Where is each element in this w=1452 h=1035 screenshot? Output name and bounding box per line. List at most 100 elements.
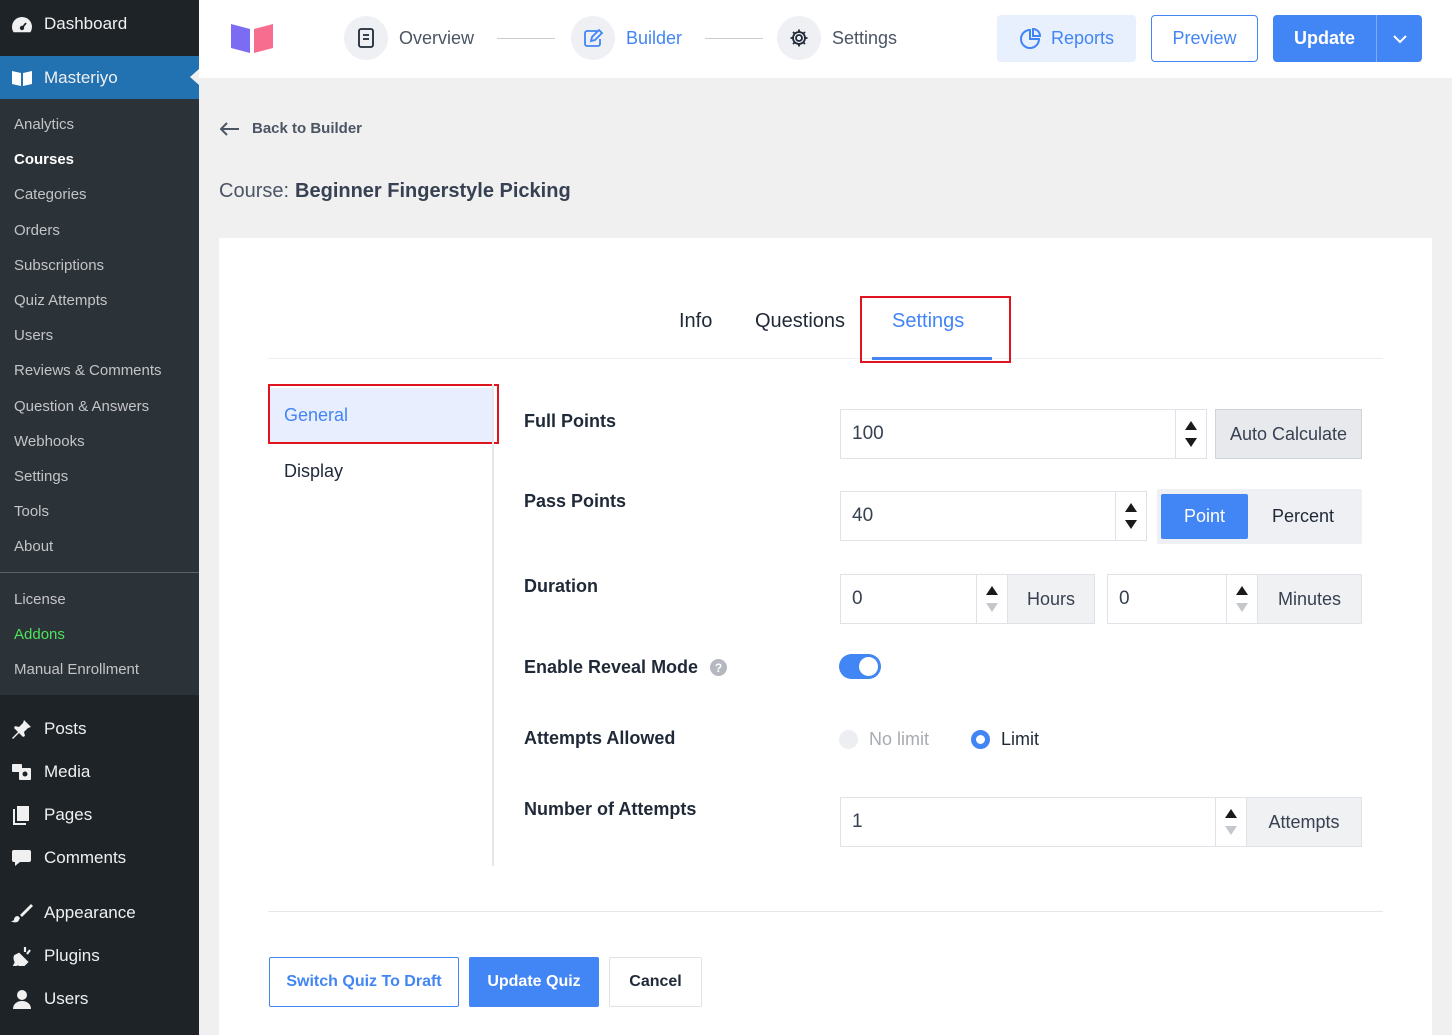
sidebar-item-dashboard[interactable]: Dashboard — [0, 0, 199, 56]
submenu-orders[interactable]: Orders — [0, 213, 199, 248]
radio-no-limit[interactable]: No limit — [839, 729, 929, 750]
switch-to-draft-button[interactable]: Switch Quiz To Draft — [269, 957, 459, 1007]
sidebar-item-posts[interactable]: Posts — [0, 707, 199, 750]
arrow-left-icon — [220, 121, 240, 136]
edit-document-icon — [571, 16, 615, 60]
increment-icon[interactable] — [1125, 503, 1137, 512]
sidebar-label: Appearance — [44, 902, 136, 922]
submenu-license[interactable]: License — [0, 581, 199, 616]
increment-icon[interactable] — [1185, 421, 1197, 430]
comment-bubble-icon — [10, 847, 34, 869]
pushpin-icon — [10, 718, 34, 740]
step-label: Settings — [832, 27, 898, 48]
back-to-builder-link[interactable]: Back to Builder — [220, 120, 362, 137]
tabs-divider — [268, 358, 1383, 359]
submenu-analytics[interactable]: Analytics — [0, 107, 199, 142]
gear-icon — [777, 16, 821, 60]
pass-points-value: 40 — [852, 505, 874, 526]
sidebar-item-media[interactable]: Media — [0, 750, 199, 793]
step-settings[interactable]: Settings — [777, 16, 897, 60]
submenu-tools[interactable]: Tools — [0, 494, 199, 529]
decrement-icon[interactable] — [1185, 438, 1197, 447]
decrement-icon[interactable] — [1236, 603, 1248, 612]
tab-questions[interactable]: Questions — [755, 310, 845, 333]
increment-icon[interactable] — [1225, 809, 1237, 818]
submenu-question-answers[interactable]: Question & Answers — [0, 389, 199, 424]
sidebar-label: Posts — [44, 718, 87, 738]
decrement-icon[interactable] — [986, 603, 998, 612]
percent-option-button[interactable]: Percent — [1250, 494, 1356, 539]
submenu-categories[interactable]: Categories — [0, 177, 199, 212]
sidebar-item-plugins[interactable]: Plugins — [0, 934, 199, 977]
submenu-addons[interactable]: Addons — [0, 617, 199, 652]
tab-info[interactable]: Info — [679, 310, 712, 333]
submenu-reviews-comments[interactable]: Reviews & Comments — [0, 353, 199, 388]
point-option-button[interactable]: Point — [1161, 494, 1248, 539]
preview-button[interactable]: Preview — [1151, 15, 1258, 62]
wp-admin-sidebar: Dashboard Masteriyo Analytics Courses Ca… — [0, 0, 199, 1035]
number-of-attempts-label: Number of Attempts — [524, 799, 697, 819]
sidebar-label: Plugins — [44, 945, 100, 965]
update-dropdown-button[interactable] — [1376, 15, 1422, 62]
submenu-manual-enrollment[interactable]: Manual Enrollment — [0, 652, 199, 687]
number-stepper[interactable] — [1175, 410, 1206, 458]
pass-points-input[interactable]: 40 — [840, 491, 1147, 541]
submenu-users[interactable]: Users — [0, 318, 199, 353]
reveal-mode-toggle[interactable] — [839, 654, 881, 679]
sidebar-item-pages[interactable]: Pages — [0, 793, 199, 836]
number-stepper[interactable] — [1115, 492, 1146, 540]
number-stepper[interactable] — [1226, 575, 1257, 623]
help-icon[interactable]: ? — [710, 659, 728, 676]
update-button[interactable]: Update — [1273, 15, 1376, 62]
plug-icon — [10, 945, 34, 967]
radio-limit[interactable]: Limit — [971, 729, 1039, 750]
masteriyo-logo — [229, 20, 275, 61]
reports-button[interactable]: Reports — [997, 15, 1136, 62]
decrement-icon[interactable] — [1125, 520, 1137, 529]
submenu-about[interactable]: About — [0, 529, 199, 564]
sidebar-item-appearance[interactable]: Appearance — [0, 891, 199, 934]
step-connector — [497, 38, 555, 39]
update-quiz-button[interactable]: Update Quiz — [469, 957, 599, 1007]
full-points-label: Full Points — [524, 411, 616, 431]
pages-icon — [10, 804, 34, 826]
pie-chart-icon — [1019, 27, 1041, 50]
number-of-attempts-input[interactable]: 1 — [840, 797, 1247, 847]
cancel-button[interactable]: Cancel — [609, 957, 702, 1007]
step-overview[interactable]: Overview — [344, 16, 474, 60]
step-connector — [705, 38, 763, 39]
submenu-courses[interactable]: Courses — [0, 142, 199, 177]
sidebar-item-comments[interactable]: Comments — [0, 836, 199, 879]
course-heading: Course: Beginner Fingerstyle Picking — [219, 180, 571, 203]
auto-calculate-button[interactable]: Auto Calculate — [1215, 409, 1362, 459]
number-stepper[interactable] — [976, 575, 1007, 623]
footer-divider — [268, 911, 1383, 912]
number-stepper[interactable] — [1215, 798, 1246, 846]
minutes-value: 0 — [1119, 588, 1130, 609]
radio-label: Limit — [1001, 729, 1040, 749]
full-points-input[interactable]: 100 — [840, 409, 1207, 459]
submenu-quiz-attempts[interactable]: Quiz Attempts — [0, 283, 199, 318]
masteriyo-book-icon — [10, 67, 34, 89]
decrement-icon[interactable] — [1225, 826, 1237, 835]
dashboard-icon — [10, 14, 34, 36]
hours-value: 0 — [852, 588, 863, 609]
back-label: Back to Builder — [252, 120, 363, 137]
sidebar-item-users[interactable]: Users — [0, 977, 199, 1020]
step-builder[interactable]: Builder — [571, 16, 682, 60]
submenu-settings[interactable]: Settings — [0, 459, 199, 494]
duration-hours-input[interactable]: 0 — [840, 574, 1008, 624]
sidebar-label: Comments — [44, 847, 127, 867]
attempts-allowed-label: Attempts Allowed — [524, 728, 676, 748]
increment-icon[interactable] — [1236, 586, 1248, 595]
duration-minutes-input[interactable]: 0 — [1107, 574, 1258, 624]
sidebar-label: Media — [44, 761, 91, 781]
sidebar-item-masteriyo[interactable]: Masteriyo — [0, 56, 199, 99]
submenu-webhooks[interactable]: Webhooks — [0, 424, 199, 459]
submenu-subscriptions[interactable]: Subscriptions — [0, 248, 199, 283]
reports-label: Reports — [1050, 28, 1115, 48]
document-icon — [344, 16, 388, 60]
settings-nav-display[interactable]: Display — [284, 461, 343, 482]
increment-icon[interactable] — [986, 586, 998, 595]
